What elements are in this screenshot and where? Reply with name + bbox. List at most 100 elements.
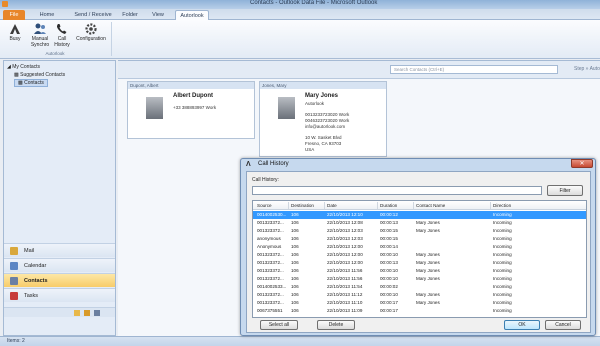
- cancel-button[interactable]: Cancel: [545, 320, 581, 330]
- cell-direction: Incoming: [493, 252, 512, 257]
- table-header: Source Destination Date Duration Contact…: [253, 201, 586, 210]
- table-row[interactable]: anonymous 106 22/10/2013 12:03 00:00:15 Inco…: [253, 235, 586, 243]
- tab-view[interactable]: View: [149, 10, 167, 20]
- table-row[interactable]: 001323372... 106 22/10/2013 11:10 00:00:17 M…: [253, 299, 586, 307]
- ok-button[interactable]: OK: [504, 320, 540, 330]
- table-row[interactable]: 001323372... 106 22/10/2013 11:56 00:00:10 M…: [253, 267, 586, 275]
- contact-address-country: USA: [305, 147, 315, 152]
- nav-section-tasks[interactable]: Tasks: [4, 288, 115, 302]
- cell-contact-name: Mary Jones: [416, 220, 440, 225]
- notes-icon[interactable]: [74, 310, 80, 316]
- status-bar: Items: 2: [0, 336, 600, 346]
- contact-photo: [146, 97, 163, 119]
- contact-address-city: Fresno, CA 93703: [305, 141, 342, 146]
- cell-source: 001323372...: [257, 260, 284, 265]
- configuration-label: Configuration: [76, 36, 106, 42]
- delete-button[interactable]: Delete: [317, 320, 355, 330]
- cell-direction: Incoming: [493, 212, 512, 217]
- close-icon: ✕: [579, 161, 585, 167]
- shortcuts-icon[interactable]: [94, 310, 100, 316]
- table-row[interactable]: 001323372... 106 22/10/2013 12:00 00:00:13 M…: [253, 259, 586, 267]
- cell-contact-name: Mary Jones: [416, 300, 440, 305]
- cell-date: 22/10/2013 12:03: [327, 228, 363, 233]
- close-button[interactable]: ✕: [571, 159, 593, 168]
- cell-contact-name: Mary Jones: [416, 260, 440, 265]
- navigation-pane: ◢ My Contacts ▩ Suggested Contacts ▩ Con…: [3, 60, 116, 336]
- tab-home[interactable]: Home: [37, 10, 57, 20]
- search-options[interactable]: Step » Auto: [574, 66, 600, 72]
- configuration-button[interactable]: Configuration: [73, 22, 109, 43]
- mail-icon: [10, 247, 18, 255]
- ribbon: Busy Manual Synchro Call History Configu…: [0, 20, 600, 59]
- column-separator: [324, 202, 325, 209]
- nav-footer-icons: [4, 307, 115, 317]
- ribbon-tabs: File Home Send / Receive Folder View Aut…: [0, 9, 600, 20]
- cell-date: 22/10/2013 12:08: [327, 220, 363, 225]
- column-duration[interactable]: Duration: [380, 203, 397, 208]
- cell-duration: 00:00:10: [380, 268, 398, 273]
- cell-duration: 00:00:12: [380, 212, 398, 217]
- table-row[interactable]: 001323372... 106 22/10/2013 12:08 00:00:13 M…: [253, 219, 586, 227]
- contact-phone: +33 388893997 Work: [173, 105, 217, 110]
- column-destination[interactable]: Destination: [291, 203, 314, 208]
- cell-date: 22/10/2013 11:09: [327, 308, 363, 313]
- table-row[interactable]: 001323372... 106 22/10/2013 12:03 00:00:15 M…: [253, 227, 586, 235]
- cell-date: 22/10/2013 11:54: [327, 284, 363, 289]
- contact-card-albert-dupont[interactable]: Dupont, Albert Albert Dupont +33 3888939…: [127, 81, 255, 139]
- cell-destination: 106: [291, 220, 299, 225]
- contact-photo: [278, 97, 295, 119]
- cell-destination: 106: [291, 252, 299, 257]
- table-row[interactable]: 0014002530... 106 22/10/2013 12:10 00:00:12…: [253, 211, 586, 219]
- nav-folder-contacts[interactable]: ▩ Contacts: [14, 79, 48, 87]
- cell-duration: 00:00:17: [380, 308, 398, 313]
- status-items-count: Items: 2: [7, 338, 25, 344]
- filter-button[interactable]: Filter: [547, 185, 583, 196]
- card-header: Jones, Mary: [260, 82, 386, 89]
- table-row[interactable]: 001323372... 106 22/10/2013 11:56 00:00:10 M…: [253, 275, 586, 283]
- tab-file[interactable]: File: [3, 10, 25, 20]
- tab-send-receive[interactable]: Send / Receive: [73, 10, 113, 20]
- column-source[interactable]: Source: [257, 203, 272, 208]
- cell-duration: 00:00:15: [380, 236, 398, 241]
- cell-destination: 106: [291, 260, 299, 265]
- select-all-button[interactable]: Select all: [260, 320, 298, 330]
- cell-duration: 00:00:17: [380, 300, 398, 305]
- manual-synchro-button[interactable]: Manual Synchro: [27, 22, 53, 48]
- cell-source: 001323372...: [257, 268, 284, 273]
- call-history-button[interactable]: Call History: [54, 22, 70, 48]
- table-row[interactable]: 001323372... 106 22/10/2013 12:00 00:00:10 M…: [253, 251, 586, 259]
- column-direction[interactable]: Direction: [493, 203, 511, 208]
- tab-folder[interactable]: Folder: [119, 10, 141, 20]
- nav-section-label: Contacts: [24, 278, 48, 284]
- search-input[interactable]: Search Contacts (Ctrl+E): [390, 65, 558, 74]
- nav-section-contacts[interactable]: Contacts: [4, 273, 115, 287]
- nav-section-calendar[interactable]: Calendar: [4, 258, 115, 272]
- nav-folder-suggested-contacts[interactable]: ▩ Suggested Contacts: [14, 72, 65, 78]
- folder-list-icon[interactable]: [84, 310, 90, 316]
- cell-direction: Incoming: [493, 300, 512, 305]
- call-history-dialog: Λ Call History ✕ Call History: Filter So…: [240, 158, 596, 336]
- cell-date: 22/10/2013 11:56: [327, 276, 363, 281]
- cell-source: 001323372...: [257, 220, 284, 225]
- cell-direction: Incoming: [493, 292, 512, 297]
- cell-date: 22/10/2013 12:10: [327, 212, 363, 217]
- table-row[interactable]: 0014002533... 106 22/10/2013 11:54 00:00:02…: [253, 283, 586, 291]
- cell-source: Anonymous: [257, 244, 282, 249]
- table-row[interactable]: Anonymous 106 22/10/2013 12:00 00:00:14 Inco…: [253, 243, 586, 251]
- contact-email: info@autorlook.com: [305, 124, 346, 129]
- cell-date: 22/10/2013 12:00: [327, 260, 363, 265]
- table-row[interactable]: 0067375551 106 22/10/2013 11:09 00:00:17 Inc…: [253, 307, 586, 315]
- filter-input[interactable]: [252, 186, 542, 195]
- outlook-logo-icon[interactable]: [2, 1, 8, 7]
- column-contact-name[interactable]: Contact Name: [416, 203, 445, 208]
- nav-my-contacts[interactable]: ◢ My Contacts: [7, 64, 40, 70]
- nav-section-mail[interactable]: Mail: [4, 243, 115, 257]
- cell-source: 0067375551: [257, 308, 283, 313]
- calendar-icon: [10, 262, 18, 270]
- busy-button[interactable]: Busy: [6, 22, 24, 43]
- column-date[interactable]: Date: [327, 203, 337, 208]
- contact-card-mary-jones[interactable]: Jones, Mary Mary Jones Autorlook 0013233…: [259, 81, 387, 157]
- busy-label: Busy: [9, 36, 21, 42]
- table-row[interactable]: 001323372... 106 22/10/2013 11:12 00:00:10 M…: [253, 291, 586, 299]
- tab-autorlook[interactable]: Autorlook: [175, 10, 209, 20]
